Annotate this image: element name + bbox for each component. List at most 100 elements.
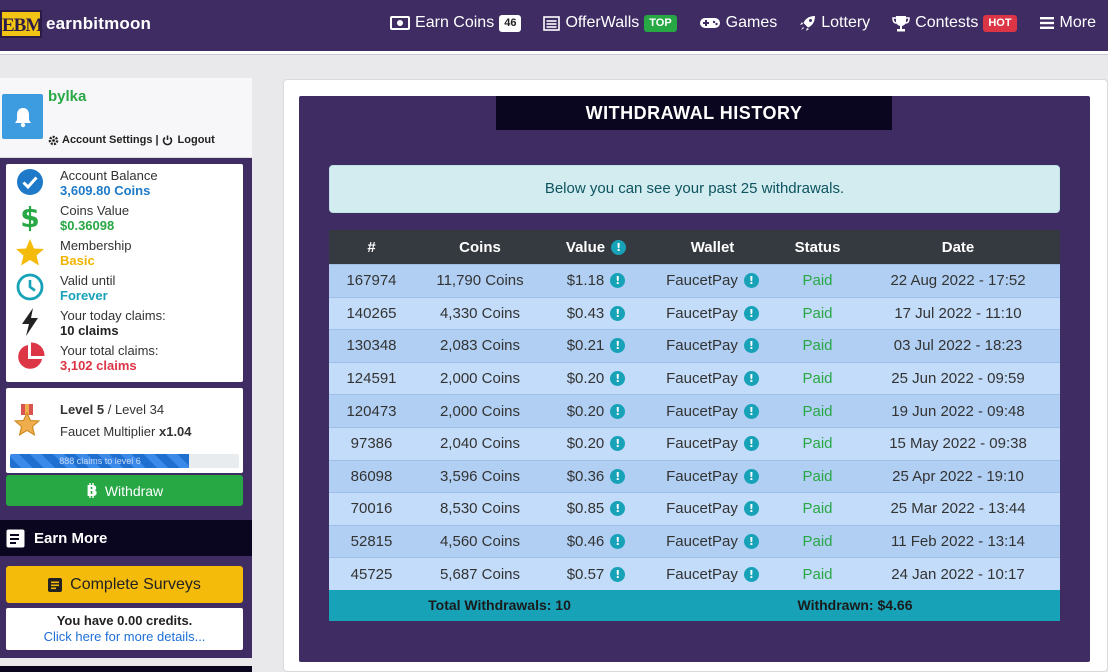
nav-earn-coins[interactable]: Earn Coins 46 bbox=[390, 14, 522, 32]
nav-lottery[interactable]: Lottery bbox=[799, 14, 870, 32]
info-icon[interactable]: ! bbox=[743, 534, 759, 550]
cell-wallet-text: FaucetPay bbox=[666, 402, 738, 420]
cell-wallet-text: FaucetPay bbox=[666, 500, 738, 518]
nav-contests[interactable]: Contests HOT bbox=[892, 14, 1017, 32]
star-icon bbox=[15, 237, 45, 267]
info-icon[interactable]: ! bbox=[611, 239, 627, 255]
info-icon[interactable]: ! bbox=[743, 338, 759, 354]
cell-value-text: $0.21 bbox=[566, 337, 605, 355]
cell-wallet-text: FaucetPay bbox=[666, 435, 738, 453]
sidebar-next-card bbox=[0, 666, 252, 672]
account-settings-link[interactable]: Account Settings bbox=[62, 134, 152, 146]
info-icon[interactable]: ! bbox=[610, 338, 626, 354]
info-icon[interactable]: ! bbox=[743, 371, 759, 387]
info-icon[interactable]: ! bbox=[610, 273, 626, 289]
info-icon[interactable]: ! bbox=[610, 371, 626, 387]
stat-label: Valid until bbox=[60, 273, 116, 288]
cell-coins: 11,790 Coins bbox=[436, 272, 524, 290]
cell-coins: 4,330 Coins bbox=[439, 304, 521, 322]
level-card: Level 5 / Level 34 Faucet Multiplier x1.… bbox=[6, 388, 243, 473]
notifications-button[interactable] bbox=[2, 94, 43, 139]
info-icon[interactable]: ! bbox=[610, 305, 626, 321]
table-row: 52815 4,560 Coins $0.46! FaucetPay! Paid 11 F… bbox=[329, 524, 1060, 558]
stat-value: 3,609.80 Coins bbox=[60, 183, 151, 198]
info-icon[interactable]: ! bbox=[743, 403, 759, 419]
top-navbar: EBM earnbitmoon Earn Coins 46 OfferWalls… bbox=[0, 0, 1108, 54]
nav-games[interactable]: Games bbox=[699, 14, 778, 32]
table-footer: Total Withdrawals: 10 Withdrawn: $4.66 bbox=[329, 589, 1060, 621]
power-icon bbox=[162, 135, 172, 145]
info-icon[interactable]: ! bbox=[610, 534, 626, 550]
col-coins: Coins bbox=[459, 238, 501, 256]
cell-wallet-text: FaucetPay bbox=[666, 533, 738, 551]
cell-status: Paid bbox=[802, 500, 833, 518]
cell-value-text: $0.20 bbox=[566, 370, 605, 388]
info-icon[interactable]: ! bbox=[743, 566, 759, 582]
main-nav: Earn Coins 46 OfferWalls TOP Games Lotte… bbox=[368, 14, 1096, 32]
table-header: # Coins Value! Wallet Status Date bbox=[329, 230, 1060, 264]
cell-wallet-text: FaucetPay bbox=[666, 467, 738, 485]
gamepad-icon bbox=[699, 18, 720, 28]
info-icon[interactable]: ! bbox=[610, 566, 626, 582]
cell-status: Paid bbox=[802, 435, 833, 453]
logout-link[interactable]: Logout bbox=[178, 134, 215, 146]
info-icon[interactable]: ! bbox=[743, 436, 759, 452]
credits-details-link[interactable]: Click here for more details... bbox=[6, 629, 243, 644]
level-progress-text: 888 claims to level 6 bbox=[59, 456, 141, 466]
info-icon[interactable]: ! bbox=[610, 403, 626, 419]
info-icon[interactable]: ! bbox=[610, 436, 626, 452]
offerwalls-badge: TOP bbox=[644, 14, 677, 32]
cell-status: Paid bbox=[802, 467, 833, 485]
nav-more[interactable]: More bbox=[1039, 14, 1096, 32]
stat-valid-until: Valid until Forever bbox=[6, 269, 243, 304]
nav-offerwalls[interactable]: OfferWalls TOP bbox=[543, 14, 677, 32]
cell-status: Paid bbox=[802, 370, 833, 388]
cell-wallet-text: FaucetPay bbox=[666, 272, 738, 290]
cell-id: 86098 bbox=[350, 467, 393, 485]
cell-wallet: FaucetPay! bbox=[646, 265, 779, 297]
stat-label: Your today claims: bbox=[60, 308, 166, 323]
info-icon[interactable]: ! bbox=[743, 273, 759, 289]
cell-coins: 8,530 Coins bbox=[439, 500, 521, 518]
cell-value-text: $0.43 bbox=[566, 304, 605, 322]
cell-wallet-text: FaucetPay bbox=[666, 370, 738, 388]
table-row: 86098 3,596 Coins $0.36! FaucetPay! Paid 25 A… bbox=[329, 459, 1060, 493]
table-row: 120473 2,000 Coins $0.20! FaucetPay! Paid 19 … bbox=[329, 394, 1060, 427]
cell-value: $0.20! bbox=[546, 363, 646, 395]
earn-more-title: Earn More bbox=[34, 529, 108, 547]
account-stats: Account Balance 3,609.80 Coins $ Coins V… bbox=[6, 164, 243, 382]
brand[interactable]: EBM earnbitmoon bbox=[0, 10, 151, 38]
cell-id: 167974 bbox=[346, 272, 397, 290]
table-row: 167974 11,790 Coins $1.18! FaucetPay! Paid 22… bbox=[329, 264, 1060, 297]
stat-value: Forever bbox=[60, 288, 108, 303]
info-icon[interactable]: ! bbox=[743, 468, 759, 484]
stat-label: Your total claims: bbox=[60, 343, 159, 358]
pie-chart-icon bbox=[15, 342, 45, 372]
complete-surveys-button[interactable]: Complete Surveys bbox=[6, 566, 243, 603]
info-icon[interactable]: ! bbox=[743, 501, 759, 517]
nav-games-label: Games bbox=[725, 14, 778, 31]
info-icon[interactable]: ! bbox=[610, 501, 626, 517]
cell-date: 25 Mar 2022 - 13:44 bbox=[890, 500, 1026, 518]
info-icon[interactable]: ! bbox=[743, 305, 759, 321]
cell-value: $0.20! bbox=[546, 428, 646, 460]
earn-more-header: Earn More bbox=[0, 520, 252, 556]
table-row: 45725 5,687 Coins $0.57! FaucetPay! Paid 24 J… bbox=[329, 557, 1060, 590]
nav-more-label: More bbox=[1059, 14, 1096, 31]
cell-value-text: $0.85 bbox=[566, 500, 605, 518]
user-card: bylka Account Settings | Logout bbox=[0, 78, 252, 158]
cell-date: 25 Apr 2022 - 19:10 bbox=[892, 467, 1024, 485]
cell-value: $0.43! bbox=[546, 298, 646, 330]
level-progress: 888 claims to level 6 bbox=[10, 454, 239, 468]
cell-value-text: $1.18 bbox=[566, 272, 605, 290]
stat-today-claims: Your today claims: 10 claims bbox=[6, 304, 243, 339]
cell-status: Paid bbox=[802, 337, 833, 355]
withdraw-button[interactable]: B Withdraw bbox=[6, 475, 243, 506]
stat-membership: Membership Basic bbox=[6, 234, 243, 269]
clock-icon bbox=[15, 272, 45, 302]
page-title: WITHDRAWAL HISTORY bbox=[496, 96, 892, 130]
nav-earn-coins-label: Earn Coins bbox=[415, 14, 495, 31]
info-icon[interactable]: ! bbox=[610, 468, 626, 484]
trophy-icon bbox=[892, 15, 910, 31]
cell-coins: 2,000 Coins bbox=[439, 370, 521, 388]
